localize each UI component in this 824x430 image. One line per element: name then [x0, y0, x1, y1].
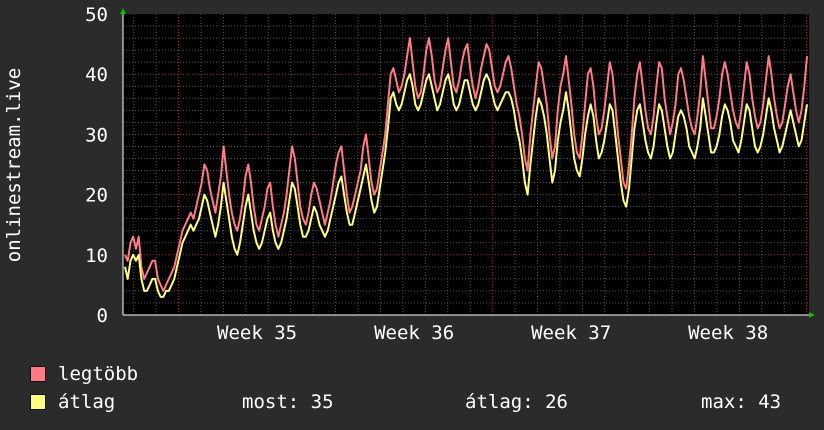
- stat-now-label: most:: [242, 391, 300, 413]
- stat-now: most: 35: [242, 391, 334, 413]
- x-tick-label: Week 36: [374, 322, 454, 344]
- stat-max-label: max:: [701, 391, 747, 413]
- y-tick-label: 40: [85, 64, 108, 86]
- y-tick-labels: 0 10 20 30 40 50: [85, 4, 108, 327]
- legend-item-max: legtöbb: [30, 363, 138, 385]
- legend-item-avg: átlag: [30, 391, 115, 413]
- stat-avg: átlag: 26: [465, 391, 568, 413]
- y-axis-label: onlinestream.live: [3, 68, 25, 262]
- y-tick-label: 50: [85, 4, 108, 26]
- x-tick-label: Week 37: [531, 322, 611, 344]
- y-axis-arrow: [120, 8, 126, 14]
- stat-now-value: 35: [310, 391, 334, 413]
- x-tick-labels: Week 35 Week 36 Week 37 Week 38: [217, 322, 768, 344]
- legend-swatch-avg: [30, 394, 46, 410]
- x-axis-arrow: [809, 312, 815, 318]
- stat-avg-value: 26: [545, 391, 568, 413]
- legend-label-avg: átlag: [58, 391, 116, 413]
- legend-label-max: legtöbb: [58, 363, 139, 385]
- x-tick-label: Week 35: [217, 322, 297, 344]
- legend-swatch-max: [30, 366, 46, 382]
- stat-max: max: 43: [701, 391, 781, 413]
- x-tick-label: Week 38: [688, 322, 768, 344]
- stat-avg-label: átlag:: [465, 391, 534, 413]
- y-tick-label: 20: [85, 185, 108, 207]
- y-tick-label: 0: [97, 305, 108, 327]
- y-tick-label: 10: [85, 245, 108, 267]
- y-tick-label: 30: [85, 124, 108, 146]
- stat-max-value: 43: [758, 391, 782, 413]
